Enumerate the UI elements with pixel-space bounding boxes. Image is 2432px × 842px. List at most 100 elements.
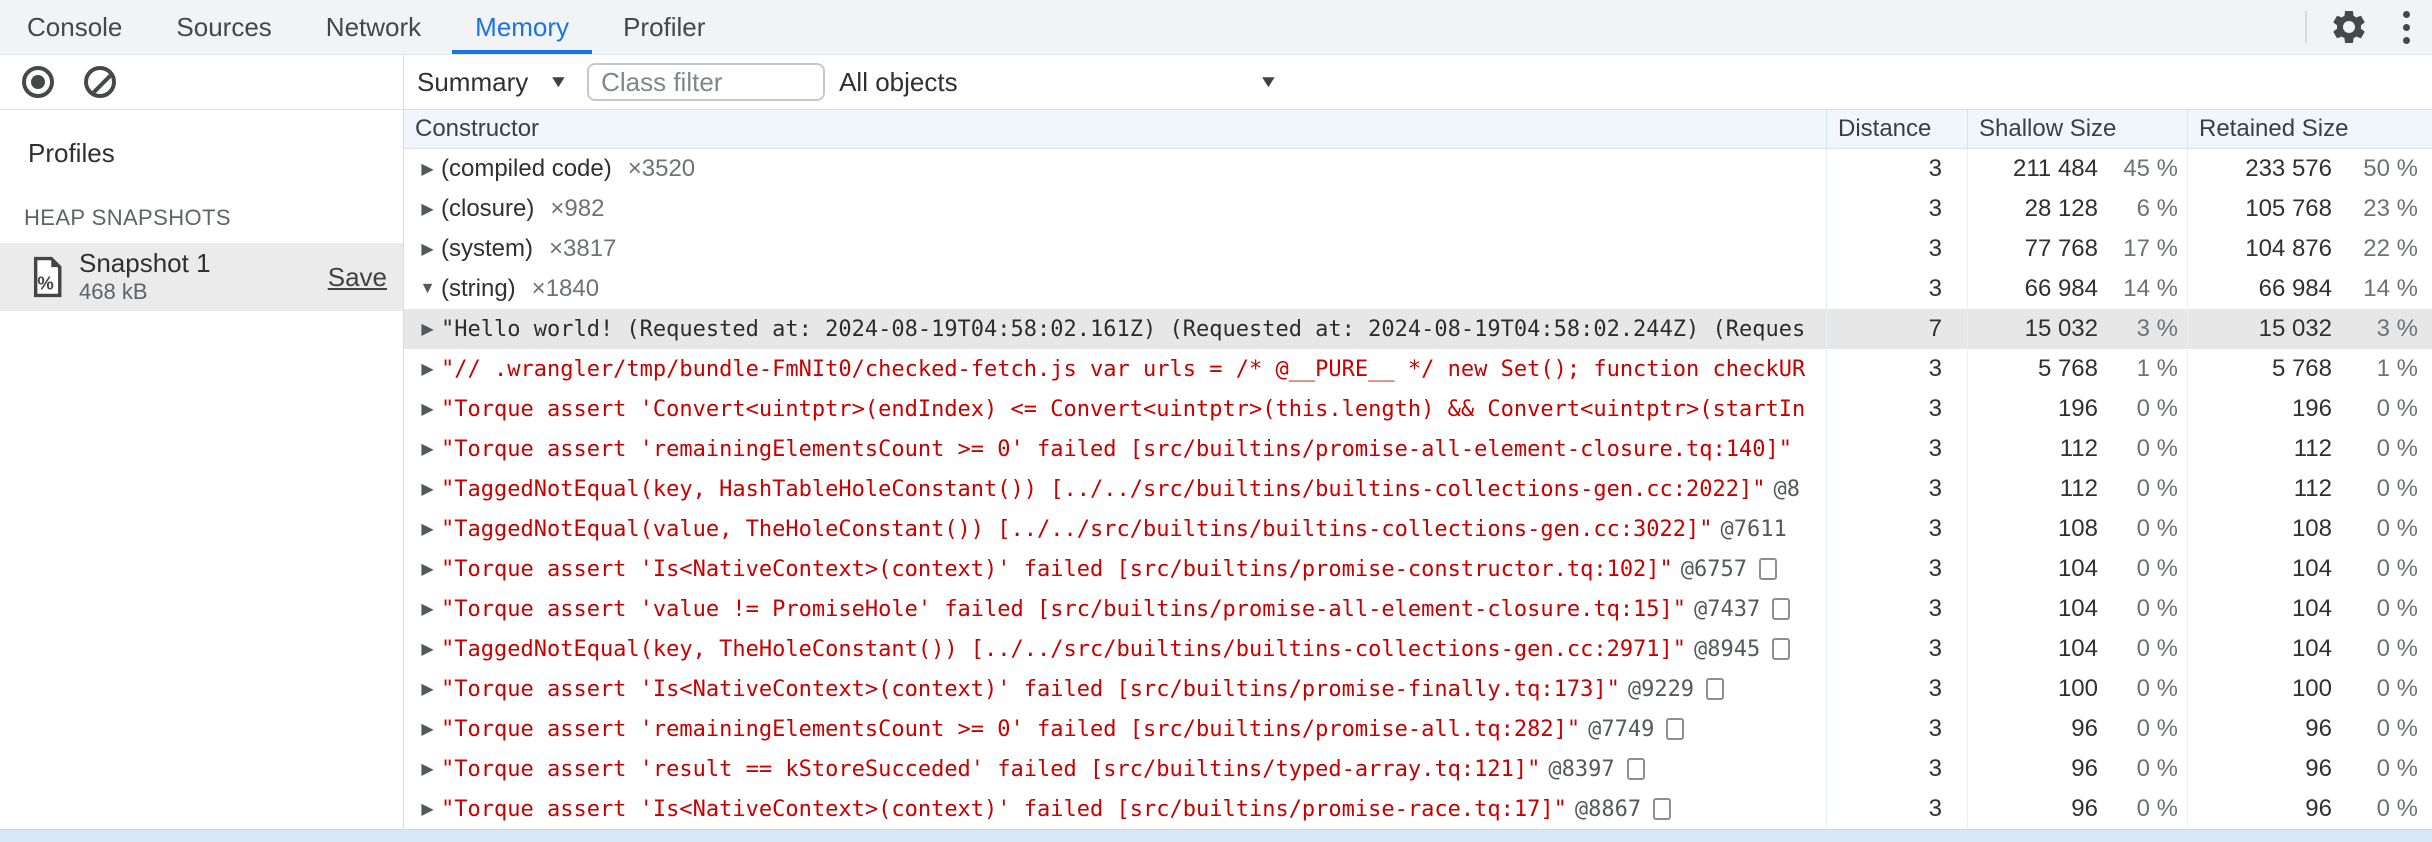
disclosure-triangle-icon[interactable]: ▶ bbox=[414, 439, 441, 459]
table-row[interactable]: ▶ "Torque assert 'Convert<uintptr>(endIn… bbox=[404, 389, 2432, 429]
retained-size-cell: 5 768 1 % bbox=[2187, 349, 2432, 389]
reveal-object-icon[interactable] bbox=[1666, 718, 1685, 740]
constructor-cell[interactable]: ▶ (closure) ×982 bbox=[404, 189, 1826, 229]
shallow-size-value: 104 bbox=[2057, 635, 2098, 662]
constructor-cell[interactable]: ▶ "TaggedNotEqual(key, TheHoleConstant()… bbox=[404, 629, 1826, 669]
shallow-size-value: 104 bbox=[2057, 595, 2098, 622]
disclosure-triangle-icon[interactable]: ▶ bbox=[414, 799, 441, 819]
tab-console[interactable]: Console bbox=[0, 0, 149, 54]
table-row[interactable]: ▶ (closure) ×982 3 28 128 6 % 105 768 23… bbox=[404, 189, 2432, 229]
tab-memory[interactable]: Memory bbox=[448, 0, 596, 54]
shallow-size-cell: 96 0 % bbox=[1967, 749, 2187, 789]
more-options-kebab-icon[interactable] bbox=[2395, 7, 2418, 48]
object-id: @8397 bbox=[1548, 756, 1615, 782]
constructor-cell[interactable]: ▶ "Torque assert 'Is<NativeContext>(cont… bbox=[404, 549, 1826, 589]
table-row[interactable]: ▶ "// .wrangler/tmp/bundle-FmNIt0/checke… bbox=[404, 349, 2432, 389]
reveal-object-icon[interactable] bbox=[1759, 558, 1778, 580]
column-header-retained-size[interactable]: Retained Size bbox=[2187, 110, 2432, 148]
table-row[interactable]: ▼ (string) ×1840 3 66 984 14 % 66 984 14… bbox=[404, 269, 2432, 309]
disclosure-triangle-icon[interactable]: ▶ bbox=[414, 159, 441, 179]
shallow-size-percent: 45 % bbox=[2123, 155, 2178, 182]
constructor-cell[interactable]: ▶ "TaggedNotEqual(key, HashTableHoleCons… bbox=[404, 469, 1826, 509]
constructor-cell[interactable]: ▼ (string) ×1840 bbox=[404, 269, 1826, 309]
constructor-name: "Hello world! (Requested at: 2024-08-19T… bbox=[441, 316, 1806, 342]
constructor-cell[interactable]: ▶ "Torque assert 'result == kStoreSucced… bbox=[404, 749, 1826, 789]
reveal-object-icon[interactable] bbox=[1626, 758, 1645, 780]
objects-filter-select[interactable]: All objects ▼ bbox=[839, 67, 1279, 98]
constructor-cell[interactable]: ▶ "Torque assert 'value != PromiseHole' … bbox=[404, 589, 1826, 629]
tab-sources[interactable]: Sources bbox=[149, 0, 298, 54]
table-row[interactable]: ▶ "TaggedNotEqual(value, TheHoleConstant… bbox=[404, 509, 2432, 549]
constructor-name: (string) bbox=[441, 275, 516, 302]
column-header-shallow-size[interactable]: Shallow Size bbox=[1967, 110, 2187, 148]
grid-body: ▶ (compiled code) ×3520 3 211 484 45 % 2… bbox=[404, 149, 2432, 842]
shallow-size-value: 28 128 bbox=[2024, 195, 2098, 222]
disclosure-triangle-icon[interactable]: ▶ bbox=[414, 599, 441, 619]
profiler-controls-toolbar bbox=[0, 55, 403, 110]
shallow-size-percent: 1 % bbox=[2136, 355, 2178, 382]
table-row[interactable]: ▶ "Torque assert 'remainingElementsCount… bbox=[404, 709, 2432, 749]
constructor-name: "Torque assert 'result == kStoreSucceded… bbox=[441, 756, 1541, 782]
record-heap-snapshot-icon[interactable] bbox=[22, 66, 54, 98]
reveal-object-icon[interactable] bbox=[1653, 798, 1672, 820]
table-row[interactable]: ▶ "Torque assert 'remainingElementsCount… bbox=[404, 429, 2432, 469]
table-row[interactable]: ▶ "Hello world! (Requested at: 2024-08-1… bbox=[404, 309, 2432, 349]
table-row[interactable]: ▶ "Torque assert 'Is<NativeContext>(cont… bbox=[404, 789, 2432, 829]
tab-network[interactable]: Network bbox=[299, 0, 448, 54]
table-row[interactable]: ▶ "TaggedNotEqual(key, HashTableHoleCons… bbox=[404, 469, 2432, 509]
table-row[interactable]: ▶ "TaggedNotEqual(key, TheHoleConstant()… bbox=[404, 629, 2432, 669]
constructor-cell[interactable]: ▶ (system) ×3817 bbox=[404, 229, 1826, 269]
constructor-cell[interactable]: ▶ "Torque assert 'remainingElementsCount… bbox=[404, 429, 1826, 469]
reveal-object-icon[interactable] bbox=[1706, 678, 1725, 700]
disclosure-triangle-icon[interactable]: ▶ bbox=[414, 759, 441, 779]
constructor-cell[interactable]: ▶ "Torque assert 'Convert<uintptr>(endIn… bbox=[404, 389, 1826, 429]
disclosure-triangle-icon[interactable]: ▶ bbox=[414, 399, 441, 419]
table-row[interactable]: ▶ (system) ×3817 3 77 768 17 % 104 876 2… bbox=[404, 229, 2432, 269]
column-header-constructor[interactable]: Constructor bbox=[404, 110, 1826, 148]
retained-size-value: 96 bbox=[2305, 715, 2332, 742]
table-row[interactable]: ▶ "Torque assert 'Is<NativeContext>(cont… bbox=[404, 549, 2432, 589]
table-row[interactable]: ▶ "Torque assert 'value != PromiseHole' … bbox=[404, 589, 2432, 629]
clear-profiles-icon[interactable] bbox=[84, 66, 116, 98]
disclosure-triangle-icon[interactable]: ▶ bbox=[414, 679, 441, 699]
disclosure-triangle-icon[interactable]: ▶ bbox=[414, 319, 441, 339]
table-row[interactable]: ▶ "Torque assert 'result == kStoreSucced… bbox=[404, 749, 2432, 789]
shallow-size-value: 66 984 bbox=[2024, 275, 2098, 302]
perspective-select[interactable]: Summary ▼ bbox=[417, 67, 569, 98]
table-row[interactable]: ▶ (compiled code) ×3520 3 211 484 45 % 2… bbox=[404, 149, 2432, 189]
disclosure-triangle-icon[interactable]: ▶ bbox=[414, 519, 441, 539]
reveal-object-icon[interactable] bbox=[1772, 598, 1791, 620]
constructor-cell[interactable]: ▶ "Torque assert 'Is<NativeContext>(cont… bbox=[404, 789, 1826, 829]
shallow-size-percent: 0 % bbox=[2136, 795, 2178, 822]
constructor-name: "Torque assert 'Is<NativeContext>(contex… bbox=[441, 556, 1673, 582]
retained-size-percent: 0 % bbox=[2376, 555, 2418, 582]
tab-profiler[interactable]: Profiler bbox=[596, 0, 732, 54]
disclosure-triangle-icon[interactable]: ▼ bbox=[414, 280, 441, 298]
sidebar-item-snapshot-1[interactable]: % Snapshot 1 468 kB Save bbox=[0, 243, 403, 311]
snapshot-title: Snapshot 1 bbox=[79, 248, 211, 279]
object-id: @6757 bbox=[1680, 556, 1748, 582]
disclosure-triangle-icon[interactable]: ▶ bbox=[414, 239, 441, 259]
save-snapshot-link[interactable]: Save bbox=[328, 262, 387, 293]
constructor-cell[interactable]: ▶ "// .wrangler/tmp/bundle-FmNIt0/checke… bbox=[404, 349, 1826, 389]
shallow-size-percent: 0 % bbox=[2136, 755, 2178, 782]
disclosure-triangle-icon[interactable]: ▶ bbox=[414, 479, 441, 499]
distance-value: 3 bbox=[1928, 635, 1942, 662]
column-header-distance[interactable]: Distance bbox=[1826, 110, 1967, 148]
constructor-cell[interactable]: ▶ (compiled code) ×3520 bbox=[404, 149, 1826, 189]
constructor-cell[interactable]: ▶ "TaggedNotEqual(value, TheHoleConstant… bbox=[404, 509, 1826, 549]
constructor-cell[interactable]: ▶ "Torque assert 'Is<NativeContext>(cont… bbox=[404, 669, 1826, 709]
disclosure-triangle-icon[interactable]: ▶ bbox=[414, 719, 441, 739]
reveal-object-icon[interactable] bbox=[1772, 638, 1791, 660]
table-row[interactable]: ▶ "Torque assert 'Is<NativeContext>(cont… bbox=[404, 669, 2432, 709]
class-filter-input[interactable] bbox=[587, 63, 826, 101]
constructor-cell[interactable]: ▶ "Torque assert 'remainingElementsCount… bbox=[404, 709, 1826, 749]
disclosure-triangle-icon[interactable]: ▶ bbox=[414, 359, 441, 379]
disclosure-triangle-icon[interactable]: ▶ bbox=[414, 559, 441, 579]
disclosure-triangle-icon[interactable]: ▶ bbox=[414, 199, 441, 219]
disclosure-triangle-icon[interactable]: ▶ bbox=[414, 639, 441, 659]
settings-gear-icon[interactable] bbox=[2329, 7, 2369, 47]
profiles-heading: Profiles bbox=[28, 138, 115, 168]
constructor-cell[interactable]: ▶ "Hello world! (Requested at: 2024-08-1… bbox=[404, 309, 1826, 349]
profiles-sidebar: Profiles HEAP SNAPSHOTS % Snapshot 1 468… bbox=[0, 55, 404, 842]
